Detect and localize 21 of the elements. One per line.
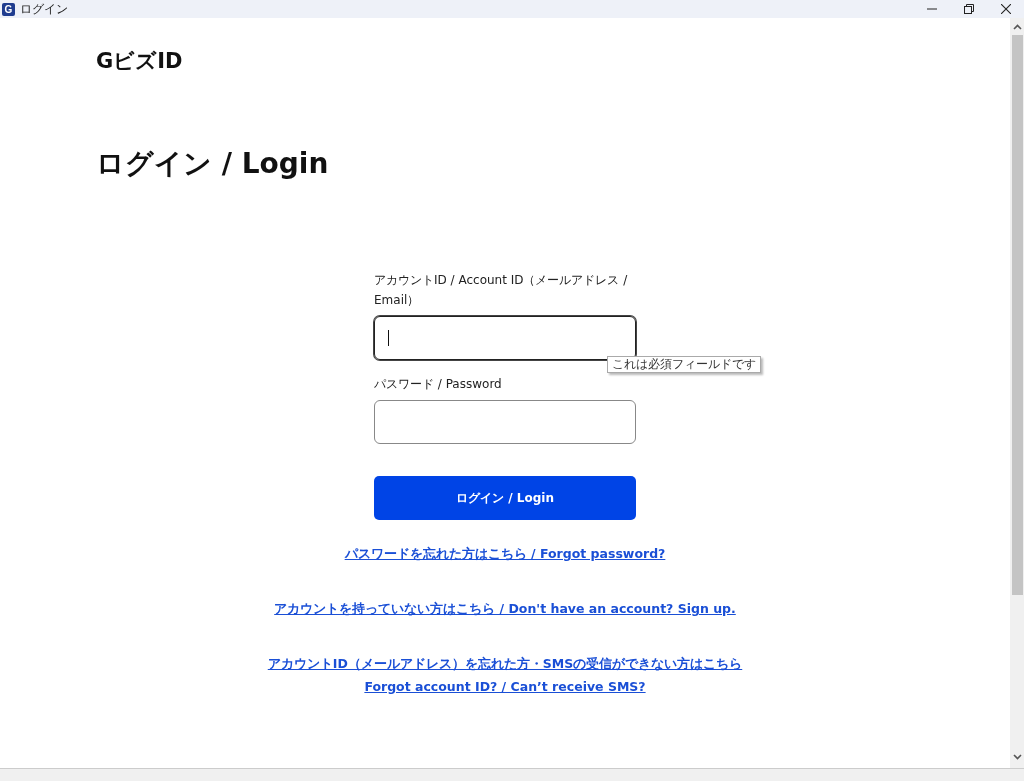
page-heading: ログイン / Login [96, 146, 329, 182]
app-icon: G [2, 2, 15, 16]
field-label: アカウントID / Account ID（メールアドレス / Email） [374, 272, 629, 309]
link[interactable]: パスワードを忘れた方はこちら / Forgot password? [344, 542, 666, 565]
scroll-up-icon[interactable] [1012, 24, 1022, 30]
horizontal-scrollbar[interactable] [0, 768, 1024, 781]
close-icon[interactable] [1000, 4, 1011, 14]
input-field[interactable] [374, 400, 636, 444]
scroll-thumb[interactable] [1011, 35, 1023, 595]
login-button[interactable]: ログイン / Login [374, 476, 636, 520]
tooltip: これは必須フィールドです [607, 356, 761, 373]
window-title: ログイン [20, 2, 68, 16]
restore-icon[interactable] [963, 4, 974, 14]
field-label: パスワード / Password [374, 376, 502, 393]
scrollbar[interactable] [1010, 18, 1024, 768]
link[interactable]: アカウントID（メールアドレス）を忘れた方・SMSの受信ができない方はこちら Forgot account ID? / Can’t receive SMS? [267, 652, 743, 698]
logo: GビズID [96, 48, 183, 74]
link[interactable]: アカウントを持っていない方はこちら / Don't have an account? Sign up. [274, 597, 736, 620]
input-field[interactable] [374, 316, 636, 360]
text-cursor [388, 330, 389, 346]
scroll-down-icon[interactable] [1012, 754, 1022, 760]
